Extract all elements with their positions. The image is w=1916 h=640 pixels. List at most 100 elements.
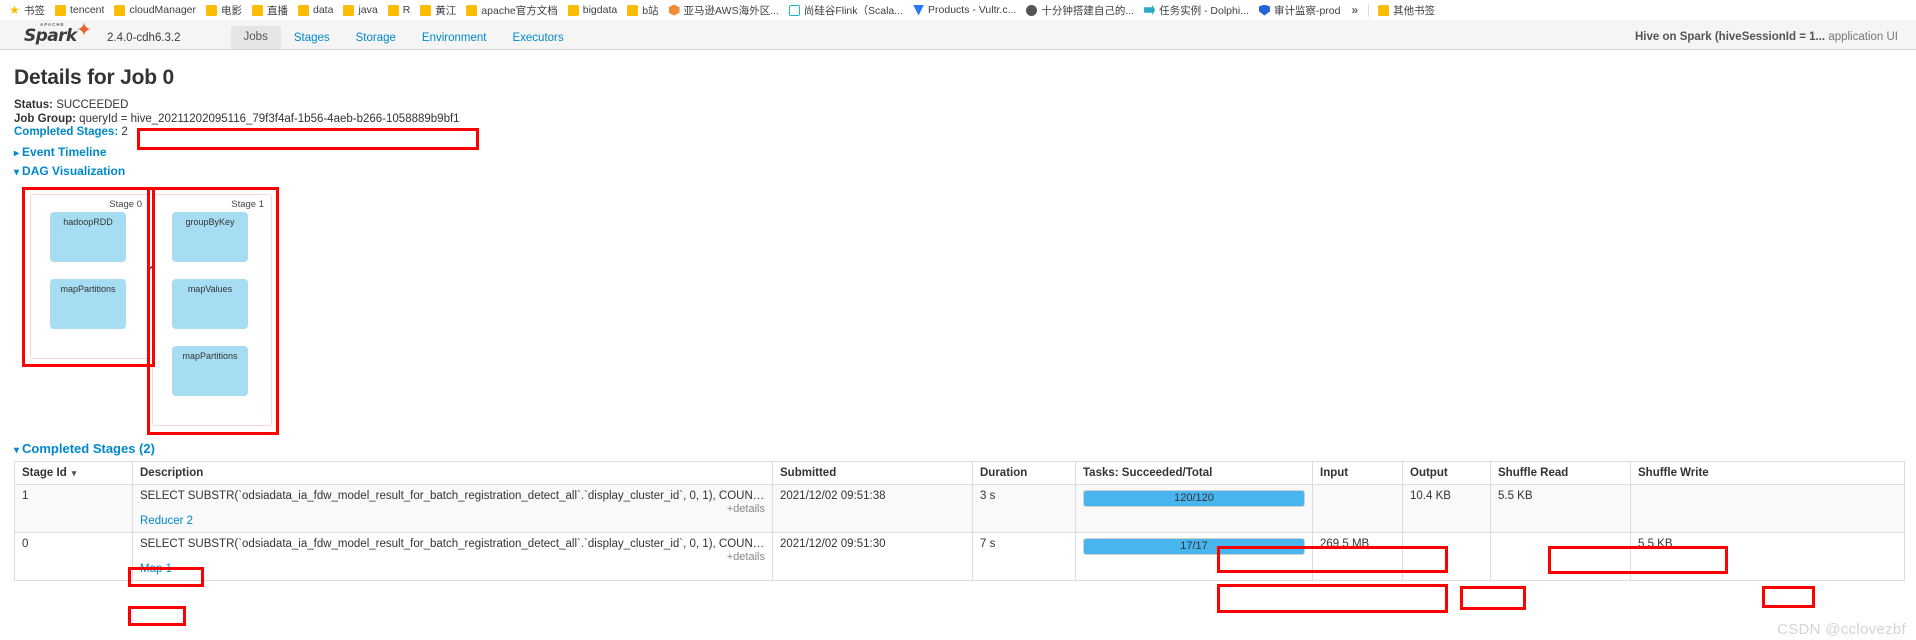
navbar-tabs: Jobs Stages Storage Environment Executor… (230, 20, 577, 50)
dag-node-label: mapValues (187, 283, 233, 294)
event-timeline-toggle[interactable]: Event Timeline (14, 145, 1902, 159)
other-bookmarks-label: 其他书签 (1393, 4, 1436, 17)
col-shuffle-read[interactable]: Shuffle Read (1490, 460, 1631, 485)
star-icon: ★ (9, 2, 20, 17)
dag-node-mapvalues[interactable]: mapValues (172, 278, 248, 329)
task-progress-label: 17/17 (1180, 540, 1208, 552)
details-toggle[interactable]: +details (140, 551, 765, 563)
spark-star-icon: ✦ (76, 20, 92, 41)
bookmark-item[interactable]: java (338, 3, 382, 17)
bookmark-item[interactable]: 任务实例 - Dolphi... (1139, 2, 1254, 19)
dag-visualization-toggle[interactable]: DAG Visualization (14, 164, 1902, 178)
tab-environment[interactable]: Environment (409, 27, 500, 50)
spark-brand-logo[interactable]: APACHE Spark ✦ 2.4.0-cdh6.3.2 (0, 20, 181, 49)
spark-wordmark: Spark (24, 26, 77, 46)
folder-icon (1378, 4, 1390, 16)
page-title: Details for Job 0 (14, 66, 174, 89)
job-status-line: Status: SUCCEEDED (14, 99, 1902, 113)
status-label: Status: (14, 99, 53, 111)
dag-node-label: mapPartitions (60, 283, 116, 294)
cell-input: 269.5 MB (1312, 531, 1403, 581)
col-description[interactable]: Description (132, 460, 773, 485)
bookmark-label: Products - Vultr.c... (928, 4, 1017, 16)
folder-icon (627, 4, 639, 16)
table-row[interactable]: 1 SELECT SUBSTR(`odsiadata_ia_fdw_model_… (14, 483, 1905, 533)
folder-icon (420, 4, 432, 16)
cell-submitted: 2021/12/02 09:51:38 (772, 483, 973, 533)
bookmark-item[interactable]: apache官方文档 (461, 2, 562, 19)
col-duration[interactable]: Duration (972, 460, 1076, 485)
status-value: SUCCEEDED (56, 99, 129, 111)
bookmark-item[interactable]: tencent (50, 3, 109, 17)
task-progress-bar: 120/120 (1083, 489, 1305, 507)
annotation-box-shuffle-write (1762, 586, 1815, 608)
folder-icon (343, 4, 355, 16)
bookmark-label: b站 (642, 4, 659, 17)
col-output[interactable]: Output (1402, 460, 1491, 485)
cell-stage-id: 1 (14, 483, 133, 533)
bookmark-label: 任务实例 - Dolphi... (1159, 4, 1249, 17)
bookmark-item[interactable]: 十分钟搭建自己的... (1021, 2, 1139, 19)
description-text: SELECT SUBSTR(`odsiadata_ia_fdw_model_re… (140, 537, 765, 550)
tab-storage[interactable]: Storage (343, 27, 409, 50)
cell-description: SELECT SUBSTR(`odsiadata_ia_fdw_model_re… (132, 483, 773, 533)
aws-icon (668, 4, 680, 16)
cell-shuffle-write: 5.5 KB (1630, 531, 1905, 581)
tab-stages[interactable]: Stages (281, 27, 343, 50)
bookmark-item[interactable]: Products - Vultr.c... (908, 3, 1021, 17)
bookmark-label: bigdata (582, 4, 618, 16)
bookmark-label: 亚马逊AWS海外区... (683, 4, 779, 17)
completed-stages-table: Stage Id Description Submitted Duration … (14, 460, 1905, 581)
cell-duration: 7 s (972, 531, 1076, 581)
annotation-box-tasks-row2 (1217, 584, 1448, 613)
bookmark-label: 审计监察-prod (1273, 4, 1341, 17)
bookmark-item[interactable]: 尚硅谷Flink（Scala... (784, 2, 908, 19)
bookmark-item[interactable]: data (293, 3, 338, 17)
stage-name-link[interactable]: Map 1 (140, 563, 172, 575)
bookmark-label: data (313, 4, 334, 16)
cell-description: SELECT SUBSTR(`odsiadata_ia_fdw_model_re… (132, 531, 773, 581)
folder-icon (298, 4, 309, 16)
bookmark-item[interactable]: b站 (622, 2, 663, 19)
browser-bookmark-bar: ★ 书签 tencent cloudManager 电影 直播 data java… (0, 0, 1916, 20)
dag-node-mappartitions-s1[interactable]: mapPartitions (172, 345, 248, 396)
folder-icon (567, 4, 579, 16)
bookmark-label: R (402, 4, 411, 16)
bookmark-item[interactable]: ★ 书签 (4, 2, 50, 19)
tab-jobs[interactable]: Jobs (230, 26, 281, 49)
bookmark-item[interactable]: 直播 (247, 2, 293, 19)
bookmark-item[interactable]: 亚马逊AWS海外区... (664, 2, 784, 19)
col-submitted[interactable]: Submitted (772, 460, 973, 485)
spark-version-label: 2.4.0-cdh6.3.2 (107, 32, 181, 44)
bookmark-item[interactable]: 黄江 (415, 2, 461, 19)
flink-icon (788, 4, 800, 16)
bookmark-label: 电影 (221, 4, 242, 17)
application-ui-suffix: application UI (1828, 31, 1898, 43)
annotation-box-map1 (128, 606, 186, 626)
bookmark-item[interactable]: cloudManager (109, 3, 201, 17)
job-group-value: hive_20211202095116_79f3f4af-1b56-4aeb-b… (130, 112, 460, 125)
details-toggle[interactable]: +details (140, 503, 765, 515)
bookmark-item[interactable]: 电影 (201, 2, 247, 19)
col-shuffle-write[interactable]: Shuffle Write (1630, 460, 1905, 485)
bookmark-item[interactable]: bigdata (563, 3, 622, 17)
tab-executors[interactable]: Executors (499, 27, 576, 50)
bookmark-label: apache官方文档 (481, 4, 558, 17)
bookmark-label: tencent (70, 4, 105, 16)
col-tasks[interactable]: Tasks: Succeeded/Total (1075, 460, 1313, 485)
completed-stages-section-title[interactable]: Completed Stages (2) (14, 441, 1902, 456)
folder-icon (206, 4, 217, 16)
bookmark-item[interactable]: R (383, 3, 416, 17)
dag-node-mappartitions-s0[interactable]: mapPartitions (50, 278, 126, 329)
dag-node-label: hadoopRDD (63, 216, 113, 227)
col-input[interactable]: Input (1312, 460, 1403, 485)
other-bookmarks-item[interactable]: 其他书签 (1373, 2, 1440, 19)
col-stage-id[interactable]: Stage Id (14, 460, 133, 485)
dag-node-hadooprdd[interactable]: hadoopRDD (50, 211, 126, 262)
bookmark-overflow-button[interactable]: » (1345, 3, 1364, 17)
dag-node-groupbykey[interactable]: groupByKey (172, 211, 248, 262)
bookmark-item[interactable]: 审计监察-prod (1254, 2, 1346, 19)
stage-name-link[interactable]: Reducer 2 (140, 515, 193, 527)
task-progress-label: 120/120 (1174, 492, 1214, 504)
table-row[interactable]: 0 SELECT SUBSTR(`odsiadata_ia_fdw_model_… (14, 531, 1905, 581)
